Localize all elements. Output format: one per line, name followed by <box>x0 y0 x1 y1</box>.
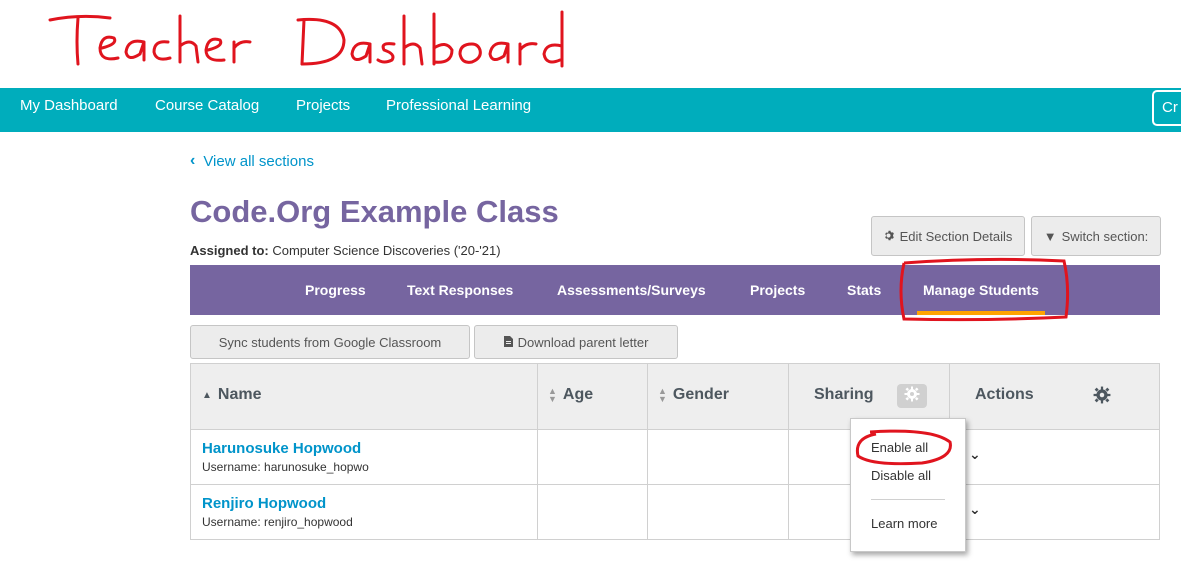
tab-stats[interactable]: Stats <box>847 265 881 315</box>
switch-section-button[interactable]: ▼ Switch section: <box>1031 216 1161 256</box>
edit-section-details-label: Edit Section Details <box>899 228 1013 244</box>
column-header-sharing: Sharing <box>814 386 874 404</box>
assigned-course: Assigned to: Computer Science Discoverie… <box>190 243 501 258</box>
student-name-link[interactable]: Renjiro Hopwood <box>202 495 326 512</box>
table-row: Harunosuke Hopwood Username: harunosuke_… <box>191 430 1159 485</box>
sharing-settings-button[interactable] <box>897 384 927 408</box>
column-header-age[interactable]: ▲ ▼ Age <box>548 386 593 404</box>
chevron-left-icon: ‹ <box>190 152 196 169</box>
edit-section-details-button[interactable]: Edit Section Details <box>871 216 1025 256</box>
student-username: Username: harunosuke_hopwo <box>202 460 369 474</box>
assigned-label: Assigned to: <box>190 243 269 258</box>
sync-google-classroom-label: Sync students from Google Classroom <box>218 334 442 350</box>
caret-down-icon: ▼ <box>1043 228 1057 244</box>
sort-icon: ▲ ▼ <box>548 386 557 404</box>
column-header-name-label: Name <box>217 386 262 403</box>
sort-icon: ▲ ▼ <box>658 386 667 404</box>
nav-my-dashboard[interactable]: My Dashboard <box>20 88 118 132</box>
column-header-actions: Actions <box>975 386 1034 404</box>
students-table: ▲ Name ▲ ▼ Age ▲ ▼ Gender Sharing Actions … <box>190 363 1160 540</box>
menu-divider <box>871 499 945 500</box>
nav-professional-learning[interactable]: Professional Learning <box>386 88 531 132</box>
view-all-sections-link[interactable]: ‹ View all sections <box>190 152 314 170</box>
nav-projects[interactable]: Projects <box>296 88 350 132</box>
tab-text-responses[interactable]: Text Responses <box>407 265 513 315</box>
section-title: Code.Org Example Class <box>190 194 559 229</box>
assigned-value: Computer Science Discoveries ('20-'21) <box>272 243 501 258</box>
column-header-actions-label: Actions <box>975 386 1034 403</box>
sharing-dropdown-menu: Enable all Disable all Learn more <box>850 418 966 552</box>
handwritten-title-annotation <box>40 2 600 82</box>
tab-projects[interactable]: Projects <box>750 265 805 315</box>
actions-settings-icon[interactable] <box>1093 386 1111 409</box>
menu-item-enable-all[interactable]: Enable all <box>871 440 928 455</box>
table-row: Renjiro Hopwood Username: renjiro_hopwoo… <box>191 485 1159 540</box>
student-username: Username: renjiro_hopwood <box>202 515 353 529</box>
column-header-gender-label: Gender <box>672 386 729 403</box>
nav-course-catalog[interactable]: Course Catalog <box>155 88 259 132</box>
gear-icon <box>904 386 920 407</box>
switch-section-label: Switch section: <box>1061 228 1149 244</box>
column-header-gender[interactable]: ▲ ▼ Gender <box>658 386 729 404</box>
view-all-sections-label: View all sections <box>203 152 314 170</box>
tab-manage-students[interactable]: Manage Students <box>917 265 1045 315</box>
download-parent-letter-label: Download parent letter <box>517 334 649 350</box>
tab-assessments-surveys[interactable]: Assessments/Surveys <box>557 265 706 315</box>
chevron-down-icon[interactable]: ⌄ <box>969 446 981 463</box>
create-button[interactable]: Cr <box>1152 90 1181 126</box>
menu-item-learn-more[interactable]: Learn more <box>871 516 937 531</box>
top-navigation-bar: My Dashboard Course Catalog Projects Pro… <box>0 88 1181 132</box>
sort-ascending-icon: ▲ <box>202 389 212 401</box>
student-name-link[interactable]: Harunosuke Hopwood <box>202 440 361 457</box>
menu-item-disable-all[interactable]: Disable all <box>871 468 931 483</box>
download-parent-letter-button[interactable]: Download parent letter <box>474 325 678 359</box>
column-header-age-label: Age <box>562 386 594 403</box>
sync-google-classroom-button[interactable]: Sync students from Google Classroom <box>190 325 470 359</box>
gear-icon <box>884 229 895 244</box>
tab-progress[interactable]: Progress <box>305 265 366 315</box>
column-header-name[interactable]: ▲ Name <box>202 386 261 404</box>
column-header-sharing-label: Sharing <box>814 386 874 403</box>
file-icon <box>503 335 513 350</box>
chevron-down-icon[interactable]: ⌄ <box>969 501 981 518</box>
section-tabs: Progress Text Responses Assessments/Surv… <box>190 265 1160 315</box>
